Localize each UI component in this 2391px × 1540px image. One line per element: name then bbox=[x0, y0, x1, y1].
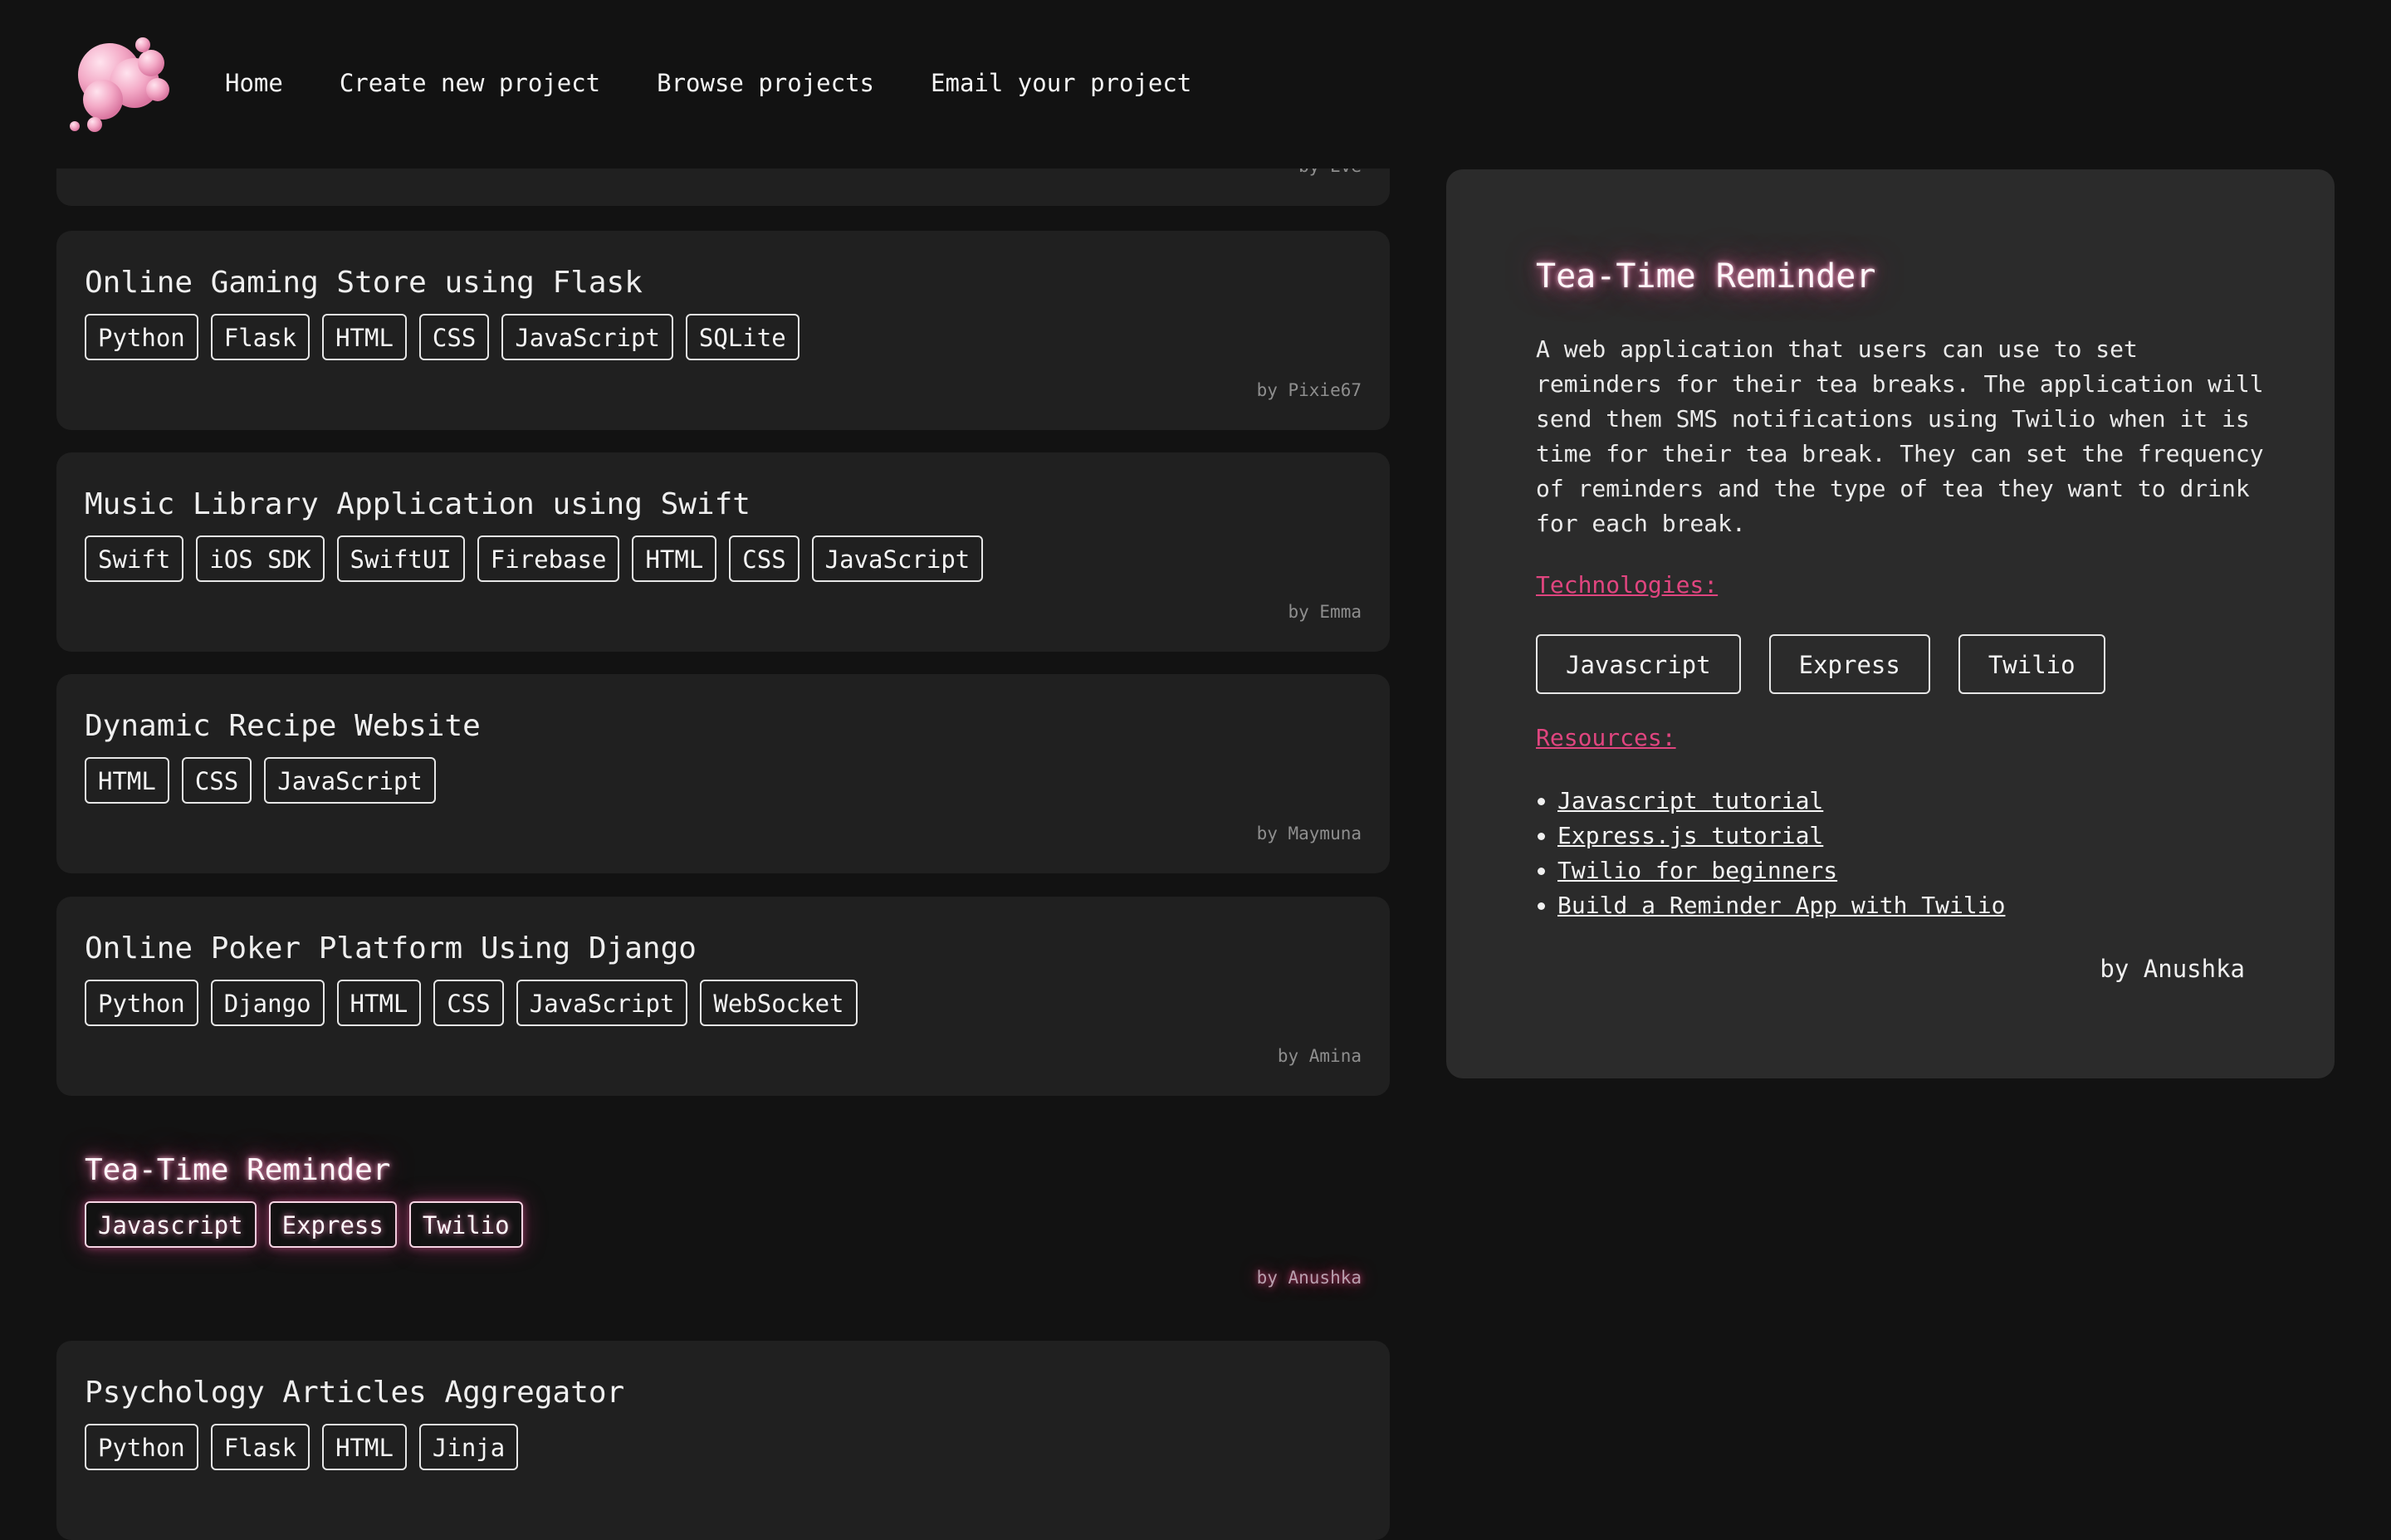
resource-link[interactable]: Express.js tutorial bbox=[1557, 822, 1823, 849]
tech-tag: HTML bbox=[632, 535, 717, 582]
project-tags: HTML CSS JavaScript bbox=[85, 757, 436, 804]
project-title: Tea-Time Reminder bbox=[85, 1153, 391, 1187]
tech-tag: Python bbox=[85, 980, 198, 1026]
project-list: by Eve Online Gaming Store using Flask P… bbox=[56, 0, 1390, 1540]
project-tags: Python Django HTML CSS JavaScript WebSoc… bbox=[85, 980, 858, 1026]
top-nav-bar: Home Create new project Browse projects … bbox=[0, 0, 2391, 169]
project-card-selected[interactable]: Tea-Time Reminder Javascript Express Twi… bbox=[56, 1118, 1390, 1318]
project-title: Online Gaming Store using Flask bbox=[85, 266, 643, 300]
project-title: Music Library Application using Swift bbox=[85, 487, 751, 521]
project-author: by Pixie67 bbox=[1256, 380, 1362, 400]
tech-tag: CSS bbox=[729, 535, 799, 582]
tech-tag: JavaScript bbox=[811, 535, 984, 582]
project-title: Dynamic Recipe Website bbox=[85, 709, 481, 743]
resource-link[interactable]: Build a Reminder App with Twilio bbox=[1557, 892, 2005, 919]
tech-tag: JavaScript bbox=[264, 757, 436, 804]
project-card[interactable]: Online Poker Platform Using Django Pytho… bbox=[56, 897, 1390, 1096]
tech-tag: Express bbox=[268, 1201, 397, 1248]
project-author: by Amina bbox=[1277, 1046, 1362, 1066]
project-card[interactable]: Online Gaming Store using Flask Python F… bbox=[56, 231, 1390, 430]
tech-tag: Express bbox=[1768, 634, 1930, 694]
tech-tag: HTML bbox=[322, 314, 407, 360]
nav-home-link[interactable]: Home bbox=[225, 65, 283, 101]
tech-tag: JavaScript bbox=[516, 980, 688, 1026]
nav-create-project-link[interactable]: Create new project bbox=[340, 65, 600, 101]
tech-tag: HTML bbox=[336, 980, 422, 1026]
project-tags: Swift iOS SDK SwiftUI Firebase HTML CSS … bbox=[85, 535, 984, 582]
project-detail-panel: Tea-Time Reminder A web application that… bbox=[1446, 169, 2335, 1078]
resource-link[interactable]: Javascript tutorial bbox=[1557, 787, 1823, 814]
list-item: Express.js tutorial bbox=[1557, 819, 2005, 853]
tech-tag: Python bbox=[85, 314, 198, 360]
project-title: Online Poker Platform Using Django bbox=[85, 931, 697, 966]
list-item: Javascript tutorial bbox=[1557, 784, 2005, 819]
tech-tag: Twilio bbox=[1958, 634, 2105, 694]
tech-tag: CSS bbox=[433, 980, 504, 1026]
tech-tag: Flask bbox=[210, 1424, 310, 1470]
project-tags: Python Flask HTML Jinja bbox=[85, 1424, 519, 1470]
tech-tag: iOS SDK bbox=[196, 535, 325, 582]
tech-tag: SwiftUI bbox=[336, 535, 465, 582]
nav-email-project-link[interactable]: Email your project bbox=[931, 65, 1191, 101]
tech-tag: Twilio bbox=[408, 1201, 523, 1248]
resources-label: Resources: bbox=[1536, 724, 1676, 751]
detail-author: by Anushka bbox=[2100, 955, 2245, 983]
project-title: Psychology Articles Aggregator bbox=[85, 1376, 625, 1410]
list-item: Twilio for beginners bbox=[1557, 853, 2005, 888]
tech-tag: Python bbox=[85, 1424, 198, 1470]
tech-tag: Javascript bbox=[85, 1201, 257, 1248]
tech-tag: HTML bbox=[85, 757, 169, 804]
tech-tag: CSS bbox=[418, 314, 490, 360]
project-author: by Anushka bbox=[1256, 1268, 1362, 1288]
resource-link[interactable]: Twilio for beginners bbox=[1557, 857, 1837, 884]
project-card[interactable]: Psychology Articles Aggregator Python Fl… bbox=[56, 1341, 1390, 1540]
tech-tag: WebSocket bbox=[700, 980, 858, 1026]
project-card[interactable]: Dynamic Recipe Website HTML CSS JavaScri… bbox=[56, 674, 1390, 873]
list-item: Build a Reminder App with Twilio bbox=[1557, 888, 2005, 923]
resources-list: Javascript tutorial Express.js tutorial … bbox=[1536, 784, 2005, 923]
project-author: by Emma bbox=[1288, 602, 1362, 622]
detail-title: Tea-Time Reminder bbox=[1536, 257, 1876, 296]
detail-technologies: Javascript Express Twilio bbox=[1536, 634, 2105, 694]
nav-browse-projects-link[interactable]: Browse projects bbox=[657, 65, 874, 101]
project-card[interactable]: Music Library Application using Swift Sw… bbox=[56, 452, 1390, 652]
detail-description: A web application that users can use to … bbox=[1536, 335, 2264, 537]
tech-tag: JavaScript bbox=[501, 314, 673, 360]
tech-tag: Django bbox=[210, 980, 325, 1026]
tech-tag: Swift bbox=[85, 535, 184, 582]
project-tags: Javascript Express Twilio bbox=[85, 1201, 523, 1248]
project-author: by Maymuna bbox=[1256, 824, 1362, 843]
main-navigation: Home Create new project Browse projects … bbox=[225, 65, 1248, 101]
tech-tag: Firebase bbox=[477, 535, 620, 582]
tech-tag: CSS bbox=[181, 757, 252, 804]
tech-tag: SQLite bbox=[685, 314, 799, 360]
technologies-label: Technologies: bbox=[1536, 571, 1719, 599]
tech-tag: Flask bbox=[210, 314, 310, 360]
tech-tag: Javascript bbox=[1536, 634, 1741, 694]
project-tags: Python Flask HTML CSS JavaScript SQLite bbox=[85, 314, 799, 360]
tech-tag: HTML bbox=[322, 1424, 407, 1470]
tech-tag: Jinja bbox=[418, 1424, 519, 1470]
bubbles-logo-icon[interactable] bbox=[60, 32, 176, 135]
